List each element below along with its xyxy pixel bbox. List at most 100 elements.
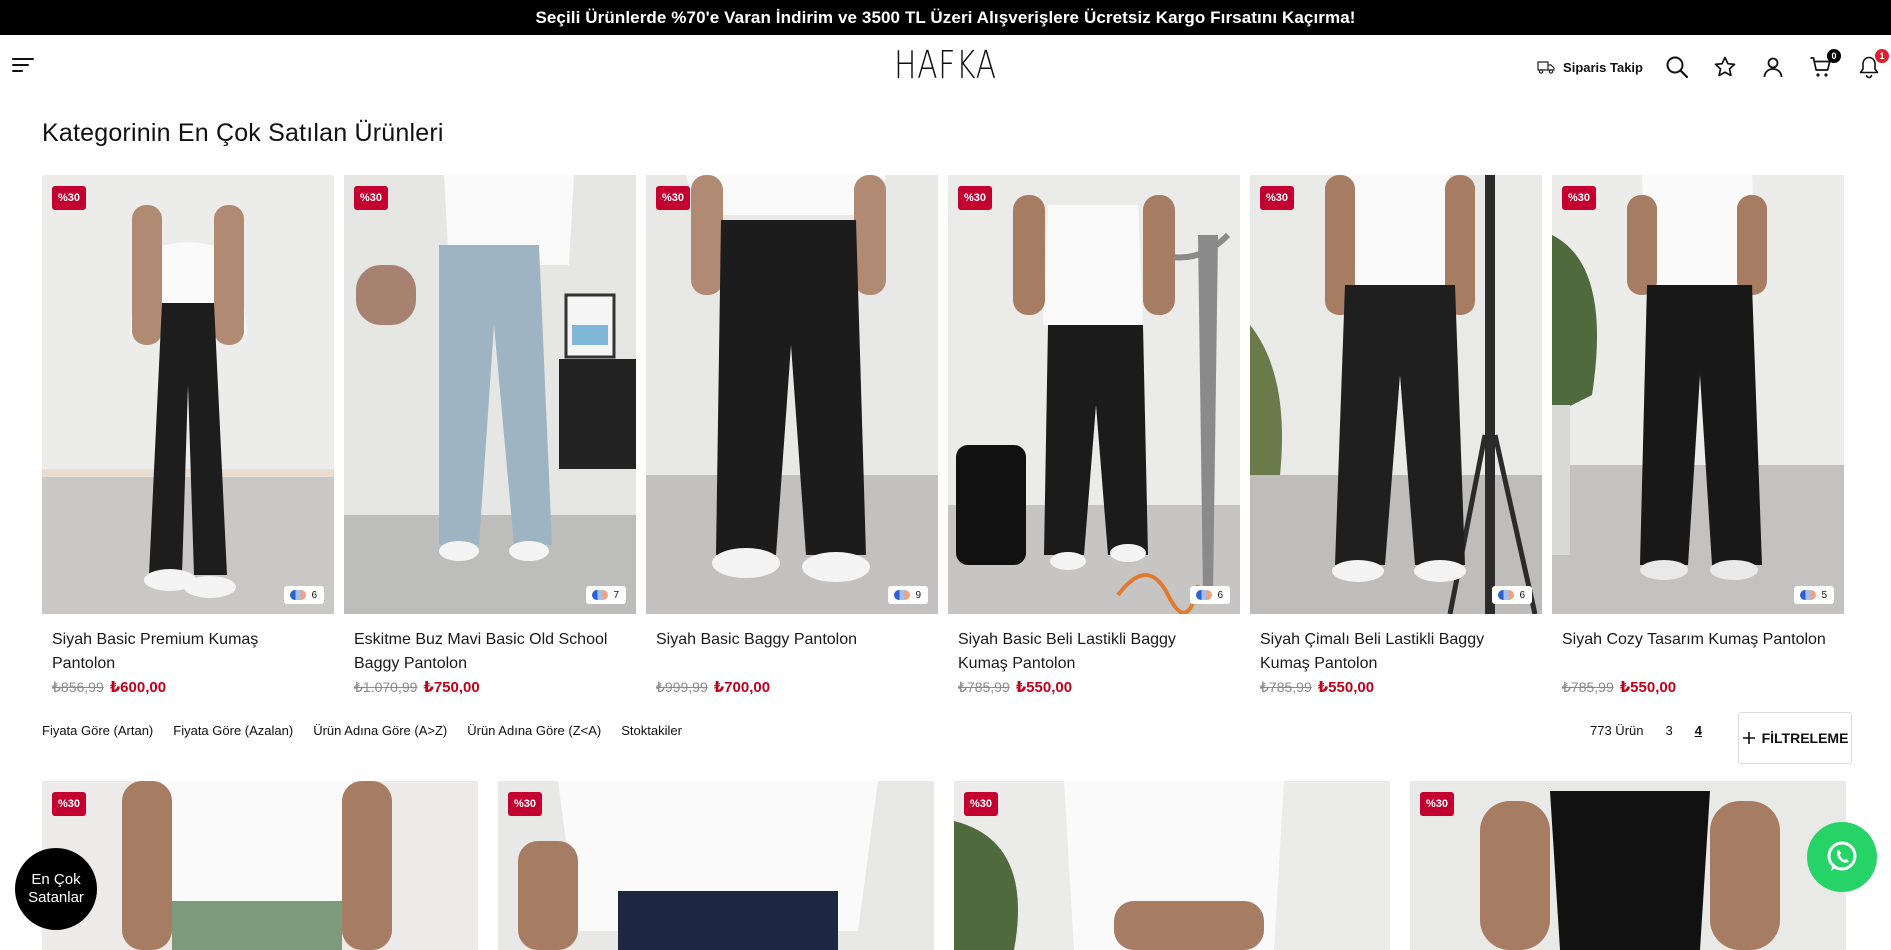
- bestsellers-button[interactable]: En Çok Satanlar: [15, 848, 97, 930]
- search-icon: [1666, 56, 1689, 79]
- cart-button[interactable]: 0: [1807, 49, 1841, 81]
- filter-button[interactable]: FİLTRELEME: [1738, 712, 1852, 764]
- color-swatch-icon: [1800, 590, 1817, 600]
- listing-controls: 773 Ürün 3 4: [1590, 723, 1702, 738]
- sale-price: ₺700,00: [713, 679, 771, 696]
- search-button[interactable]: [1663, 53, 1691, 81]
- grid-4-option[interactable]: 4: [1695, 723, 1702, 738]
- cart-count-badge: 0: [1827, 49, 1841, 63]
- old-price: ₺1.070,99: [354, 679, 418, 695]
- sort-name-desc[interactable]: Ürün Adına Göre (Z<A): [467, 723, 601, 738]
- color-swatch-icon: [1498, 590, 1515, 600]
- color-variants[interactable]: 7: [586, 586, 626, 604]
- order-tracking-link[interactable]: Siparis Takip: [1537, 60, 1643, 75]
- product-image[interactable]: %30 5: [1552, 175, 1844, 614]
- product-count: 773 Ürün: [1590, 723, 1644, 738]
- color-swatch-icon: [894, 590, 911, 600]
- site-logo[interactable]: HAFKA: [208, 43, 1683, 87]
- color-variants[interactable]: 6: [284, 586, 324, 604]
- product-image[interactable]: %30 7: [344, 175, 636, 614]
- product-price: ₺785,99 ₺550,00: [948, 678, 1240, 696]
- product-price: ₺785,99 ₺550,00: [1250, 678, 1542, 696]
- discount-badge: %30: [52, 186, 87, 210]
- plus-icon: [1742, 732, 1755, 744]
- account-button[interactable]: [1759, 53, 1787, 81]
- sort-price-asc[interactable]: Fiyata Göre (Artan): [42, 723, 153, 738]
- grid-3-option[interactable]: 3: [1665, 723, 1672, 738]
- site-header: HAFKA Siparis Takip 0 1: [0, 35, 1891, 100]
- product-image: [954, 781, 1390, 950]
- color-count: 9: [915, 589, 921, 601]
- product-price: ₺856,99 ₺600,00: [42, 678, 334, 696]
- discount-badge: %30: [508, 792, 543, 816]
- product-image[interactable]: %30 6: [1250, 175, 1542, 614]
- menu-icon[interactable]: [12, 58, 36, 78]
- color-variants[interactable]: 6: [1190, 586, 1230, 604]
- discount-badge: %30: [656, 186, 691, 210]
- old-price: ₺856,99: [52, 679, 104, 695]
- product-name[interactable]: Siyah Cozy Tasarım Kumaş Pantolon: [1552, 628, 1844, 676]
- product-price: ₺1.070,99 ₺750,00: [344, 678, 636, 696]
- old-price: ₺999,99: [656, 679, 708, 695]
- product-card[interactable]: %30 6 Siyah Çimalı Beli Lastikli Baggy K…: [1250, 175, 1542, 696]
- order-tracking-label: Siparis Takip: [1563, 59, 1643, 75]
- discount-badge: %30: [1562, 186, 1597, 210]
- truck-icon: [1537, 61, 1555, 74]
- product-name[interactable]: Eskitme Buz Mavi Basic Old School Baggy …: [344, 628, 636, 676]
- product-card[interactable]: %30: [498, 781, 934, 950]
- old-price: ₺785,99: [1260, 679, 1312, 695]
- header-actions: Siparis Takip 0 1: [1537, 49, 1889, 85]
- product-image: [1410, 781, 1846, 950]
- product-card[interactable]: %30: [954, 781, 1390, 950]
- sort-options: Fiyata Göre (Artan) Fiyata Göre (Azalan)…: [42, 723, 682, 738]
- product-name[interactable]: Siyah Basic Premium Kumaş Pantolon: [42, 628, 334, 676]
- product-grid: %30 %30 %30 %30: [42, 781, 1847, 950]
- section-title: Kategorinin En Çok Satılan Ürünleri: [42, 119, 444, 147]
- old-price: ₺785,99: [958, 679, 1010, 695]
- product-card[interactable]: %30 6 Siyah Basic Premium Kumaş Pantolon…: [42, 175, 334, 696]
- color-count: 7: [613, 589, 619, 601]
- product-image[interactable]: %30 6: [42, 175, 334, 614]
- product-image[interactable]: %30 9: [646, 175, 938, 614]
- color-variants[interactable]: 6: [1492, 586, 1532, 604]
- filter-label: FİLTRELEME: [1761, 730, 1849, 746]
- sort-in-stock[interactable]: Stoktakiler: [621, 723, 682, 738]
- sale-price: ₺600,00: [109, 679, 167, 696]
- user-icon: [1763, 57, 1783, 78]
- product-card[interactable]: %30 5 Siyah Cozy Tasarım Kumaş Pantolon …: [1552, 175, 1844, 696]
- color-count: 5: [1821, 589, 1827, 601]
- product-card[interactable]: %30 6 Siyah Basic Beli Lastikli Baggy Ku…: [948, 175, 1240, 696]
- announcement-text: Seçili Ürünlerde %70'e Varan İndirim ve …: [535, 7, 1356, 27]
- product-price: ₺785,99 ₺550,00: [1552, 678, 1844, 696]
- sale-price: ₺550,00: [1015, 679, 1073, 696]
- notification-count-badge: 1: [1875, 49, 1889, 63]
- product-image: [498, 781, 934, 950]
- color-count: 6: [1519, 589, 1525, 601]
- product-name[interactable]: Siyah Basic Baggy Pantolon: [646, 628, 938, 676]
- product-name[interactable]: Siyah Basic Beli Lastikli Baggy Kumaş Pa…: [948, 628, 1240, 676]
- product-card[interactable]: %30 7 Eskitme Buz Mavi Basic Old School …: [344, 175, 636, 696]
- product-card[interactable]: %30 9 Siyah Basic Baggy Pantolon ₺999,99…: [646, 175, 938, 696]
- product-price: ₺999,99 ₺700,00: [646, 678, 938, 696]
- product-card[interactable]: %30: [1410, 781, 1846, 950]
- favorites-button[interactable]: [1711, 53, 1739, 81]
- discount-badge: %30: [354, 186, 389, 210]
- discount-badge: %30: [1420, 792, 1455, 816]
- color-variants[interactable]: 5: [1794, 586, 1834, 604]
- color-swatch-icon: [592, 590, 609, 600]
- sale-price: ₺750,00: [423, 679, 480, 696]
- product-name[interactable]: Siyah Çimalı Beli Lastikli Baggy Kumaş P…: [1250, 628, 1542, 676]
- discount-badge: %30: [964, 792, 999, 816]
- sort-name-asc[interactable]: Ürün Adına Göre (A>Z): [313, 723, 447, 738]
- product-image[interactable]: %30 6: [948, 175, 1240, 614]
- product-card[interactable]: %30: [42, 781, 478, 950]
- sort-price-desc[interactable]: Fiyata Göre (Azalan): [173, 723, 293, 738]
- color-variants[interactable]: 9: [888, 586, 928, 604]
- whatsapp-icon: [1827, 841, 1857, 871]
- whatsapp-button[interactable]: [1807, 822, 1877, 892]
- color-count: 6: [311, 589, 317, 601]
- color-swatch-icon: [290, 590, 307, 600]
- sale-price: ₺550,00: [1619, 679, 1677, 696]
- notifications-button[interactable]: 1: [1855, 49, 1889, 81]
- bestseller-carousel: %30 6 Siyah Basic Premium Kumaş Pantolon…: [42, 175, 1847, 696]
